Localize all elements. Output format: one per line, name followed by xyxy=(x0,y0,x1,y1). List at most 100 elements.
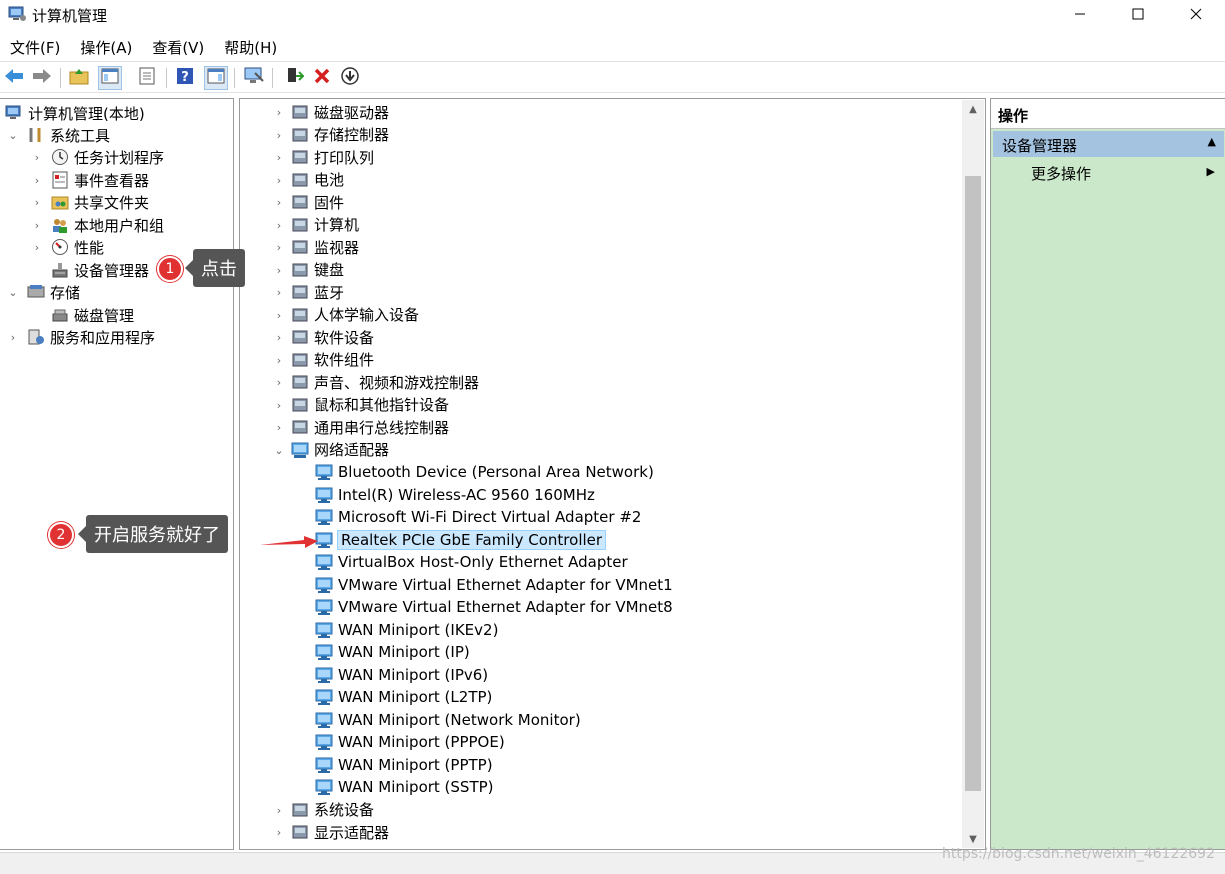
device-category[interactable]: 监视器 xyxy=(290,236,359,258)
collapsed-chevron-icon[interactable]: › xyxy=(274,309,284,322)
collapsed-chevron-icon[interactable]: › xyxy=(274,286,284,299)
collapsed-chevron-icon[interactable]: › xyxy=(32,219,42,232)
collapsed-chevron-icon[interactable]: › xyxy=(8,331,18,344)
collapsed-chevron-icon[interactable]: › xyxy=(274,421,284,434)
menu-action[interactable]: 操作(A) xyxy=(70,34,142,60)
collapsed-chevron-icon[interactable]: › xyxy=(274,376,284,389)
tree-event-viewer[interactable]: 事件查看器 xyxy=(50,169,149,191)
collapsed-chevron-icon[interactable]: › xyxy=(274,241,284,254)
network-adapter-item[interactable]: WAN Miniport (Network Monitor) xyxy=(314,709,581,731)
collapsed-chevron-icon[interactable]: › xyxy=(32,241,42,254)
device-category[interactable]: 声音、视频和游戏控制器 xyxy=(290,371,479,393)
collapsed-chevron-icon[interactable]: › xyxy=(274,264,284,277)
device-category[interactable]: 存储控制器 xyxy=(290,124,389,146)
tree-services-apps[interactable]: 服务和应用程序 xyxy=(26,326,155,348)
network-adapter-item[interactable]: WAN Miniport (IKEv2) xyxy=(314,619,498,641)
device-category[interactable]: 固件 xyxy=(290,191,344,213)
collapsed-chevron-icon[interactable]: › xyxy=(32,174,42,187)
collapsed-chevron-icon[interactable]: › xyxy=(274,106,284,119)
services-icon xyxy=(26,327,46,347)
network-adapter-item[interactable]: Realtek PCIe GbE Family Controller xyxy=(314,529,607,551)
show-hide-action-pane-button[interactable] xyxy=(204,66,228,90)
expanded-chevron-icon[interactable]: ⌄ xyxy=(8,286,18,299)
network-adapter-item[interactable]: WAN Miniport (L2TP) xyxy=(314,686,492,708)
network-adapter-item[interactable]: Bluetooth Device (Personal Area Network) xyxy=(314,461,654,483)
network-adapter-item[interactable]: WAN Miniport (IP) xyxy=(314,641,470,663)
tree-task-scheduler[interactable]: 任务计划程序 xyxy=(50,146,164,168)
device-category-icon xyxy=(290,260,310,280)
menu-file[interactable]: 文件(F) xyxy=(0,34,70,60)
tree-local-users[interactable]: 本地用户和组 xyxy=(50,214,164,236)
collapsed-chevron-icon[interactable]: › xyxy=(274,331,284,344)
collapsed-chevron-icon[interactable]: › xyxy=(274,219,284,232)
device-category[interactable]: 软件设备 xyxy=(290,326,374,348)
show-hide-console-tree-button[interactable] xyxy=(98,66,122,90)
tree-performance[interactable]: 性能 xyxy=(50,236,104,258)
network-adapter-item[interactable]: VMware Virtual Ethernet Adapter for VMne… xyxy=(314,574,673,596)
scrollbar-thumb[interactable] xyxy=(965,176,981,791)
collapsed-chevron-icon[interactable]: › xyxy=(274,804,284,817)
collapsed-chevron-icon[interactable]: › xyxy=(274,151,284,164)
expanded-chevron-icon[interactable]: ⌄ xyxy=(274,444,284,457)
tree-storage[interactable]: 存储 xyxy=(26,281,80,303)
minimize-button[interactable] xyxy=(1057,0,1103,30)
scroll-up-arrow-icon[interactable]: ▲ xyxy=(962,100,984,118)
device-category[interactable]: 系统设备 xyxy=(290,799,374,821)
more-actions-item[interactable]: 更多操作 xyxy=(1031,163,1091,184)
svg-text:?: ? xyxy=(181,70,189,85)
device-category[interactable]: 蓝牙 xyxy=(290,281,344,303)
network-adapter-item[interactable]: VMware Virtual Ethernet Adapter for VMne… xyxy=(314,596,673,618)
device-category[interactable]: 显示适配器 xyxy=(290,821,389,843)
device-category[interactable]: 计算机 xyxy=(290,214,359,236)
network-adapter-item[interactable]: Intel(R) Wireless-AC 9560 160MHz xyxy=(314,484,595,506)
device-category-network-adapters[interactable]: 网络适配器 xyxy=(290,439,389,461)
enable-device-button[interactable] xyxy=(338,66,362,90)
tree-device-manager[interactable]: 设备管理器 xyxy=(50,259,149,281)
back-button[interactable] xyxy=(2,66,26,90)
collapsed-chevron-icon[interactable]: › xyxy=(32,151,42,164)
properties-button[interactable] xyxy=(135,66,159,90)
menu-help[interactable]: 帮助(H) xyxy=(214,34,287,60)
device-category[interactable]: 软件组件 xyxy=(290,349,374,371)
device-category[interactable]: 通用串行总线控制器 xyxy=(290,416,449,438)
tree-disk-management[interactable]: 磁盘管理 xyxy=(50,304,134,326)
collapsed-chevron-icon[interactable]: › xyxy=(274,196,284,209)
collapse-triangle-icon[interactable]: ▲ xyxy=(1208,135,1216,148)
device-category[interactable]: 磁盘驱动器 xyxy=(290,101,389,123)
collapsed-chevron-icon[interactable]: › xyxy=(274,826,284,839)
actions-section-device-manager[interactable]: 设备管理器 ▲ xyxy=(993,131,1224,157)
scan-hardware-button[interactable] xyxy=(242,66,266,90)
tree-shared-folders[interactable]: 共享文件夹 xyxy=(50,191,149,213)
network-adapter-item[interactable]: WAN Miniport (SSTP) xyxy=(314,776,494,798)
expanded-chevron-icon[interactable]: ⌄ xyxy=(8,129,18,142)
collapsed-chevron-icon[interactable]: › xyxy=(274,129,284,142)
maximize-button[interactable] xyxy=(1115,0,1161,30)
help-button[interactable]: ? xyxy=(173,66,197,90)
forward-button[interactable] xyxy=(30,66,54,90)
close-button[interactable] xyxy=(1173,0,1219,30)
event-log-icon xyxy=(50,170,70,190)
collapsed-chevron-icon[interactable]: › xyxy=(32,196,42,209)
uninstall-device-button[interactable] xyxy=(310,66,334,90)
network-adapter-item[interactable]: VirtualBox Host-Only Ethernet Adapter xyxy=(314,551,628,573)
network-adapter-item[interactable]: WAN Miniport (PPTP) xyxy=(314,754,493,776)
device-category-icon xyxy=(290,125,310,145)
up-folder-button[interactable] xyxy=(67,66,91,90)
tree-root[interactable]: 计算机管理(本地) xyxy=(4,102,145,124)
device-tree-scrollbar[interactable]: ▲ ▼ xyxy=(962,100,984,848)
collapsed-chevron-icon[interactable]: › xyxy=(274,174,284,187)
device-category[interactable]: 键盘 xyxy=(290,259,344,281)
network-adapter-icon xyxy=(314,462,334,482)
collapsed-chevron-icon[interactable]: › xyxy=(274,354,284,367)
update-driver-button[interactable] xyxy=(282,66,306,90)
tree-system-tools[interactable]: 系统工具 xyxy=(26,124,110,146)
collapsed-chevron-icon[interactable]: › xyxy=(274,399,284,412)
network-adapter-item[interactable]: WAN Miniport (PPPOE) xyxy=(314,731,505,753)
network-adapter-item[interactable]: WAN Miniport (IPv6) xyxy=(314,664,488,686)
menu-view[interactable]: 查看(V) xyxy=(142,34,214,60)
device-category[interactable]: 鼠标和其他指针设备 xyxy=(290,394,449,416)
device-category[interactable]: 人体学输入设备 xyxy=(290,304,419,326)
device-category[interactable]: 电池 xyxy=(290,169,344,191)
device-category[interactable]: 打印队列 xyxy=(290,146,374,168)
network-adapter-item[interactable]: Microsoft Wi-Fi Direct Virtual Adapter #… xyxy=(314,506,641,528)
